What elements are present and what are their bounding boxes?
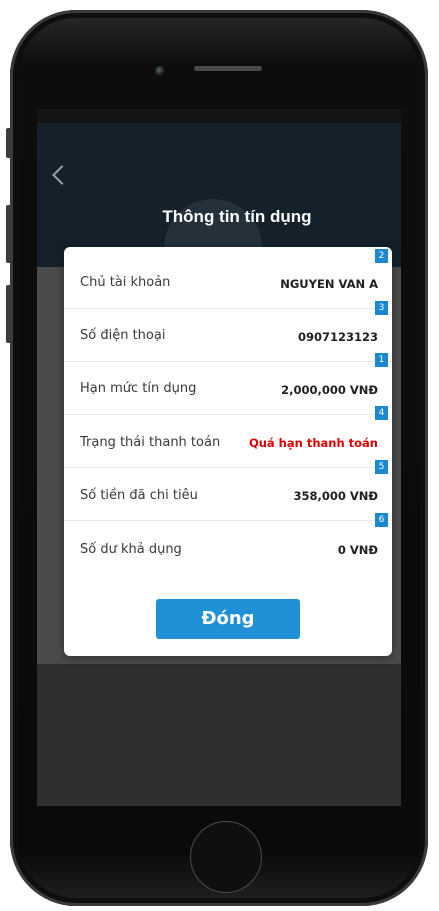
row-value: NGUYEN VAN A — [280, 277, 378, 291]
row-phone-number: 3 Số điện thoại 0907123123 — [64, 301, 392, 362]
bottom-area — [37, 664, 401, 806]
row-label: Số tiền đã chi tiêu — [80, 488, 198, 503]
row-value: 358,000 VNĐ — [293, 489, 378, 503]
row-value: 0907123123 — [297, 330, 378, 344]
row-label: Số điện thoại — [80, 328, 166, 343]
credit-info-dialog: 2 Chủ tài khoản NGUYEN VAN A 3 Số điện t… — [64, 247, 392, 656]
annotation-badge: 5 — [375, 460, 388, 474]
volume-up-button — [6, 205, 12, 263]
home-button[interactable] — [190, 821, 262, 893]
row-label: Hạn mức tín dụng — [80, 381, 197, 396]
annotation-badge: 3 — [375, 301, 388, 315]
row-label: Số dư khả dụng — [80, 542, 182, 557]
close-button[interactable]: Đóng — [156, 599, 300, 639]
annotation-badge: 6 — [375, 513, 388, 527]
row-payment-status: 4 Trạng thái thanh toán Quá hạn thanh to… — [64, 406, 392, 468]
row-value: 2,000,000 VNĐ — [281, 383, 378, 397]
row-amount-spent: 5 Số tiền đã chi tiêu 358,000 VNĐ — [64, 460, 392, 521]
row-account-holder: 2 Chủ tài khoản NGUYEN VAN A — [64, 249, 392, 309]
page-title: Thông tin tín dụng — [162, 207, 312, 226]
row-value: 0 VNĐ — [337, 543, 378, 557]
chevron-left-icon[interactable] — [52, 165, 72, 185]
annotation-badge: 2 — [375, 249, 388, 263]
volume-down-button — [6, 285, 12, 343]
row-credit-limit: 1 Hạn mức tín dụng 2,000,000 VNĐ — [64, 353, 392, 415]
mute-switch — [6, 128, 12, 158]
row-available-balance: 6 Số dư khả dụng 0 VNĐ — [64, 513, 392, 574]
device-mockup: Thông tin tín dụng 2 Chủ tài khoản NGUYE… — [0, 0, 439, 911]
status-bar — [37, 109, 401, 123]
row-label: Trạng thái thanh toán — [80, 435, 221, 450]
status-badge: Quá hạn thanh toán — [248, 436, 378, 450]
row-label: Chủ tài khoản — [80, 275, 171, 290]
header-area — [37, 123, 401, 297]
annotation-badge: 1 — [375, 353, 388, 367]
annotation-badge: 4 — [375, 406, 388, 420]
earpiece-speaker — [194, 66, 262, 71]
front-camera — [155, 66, 165, 76]
